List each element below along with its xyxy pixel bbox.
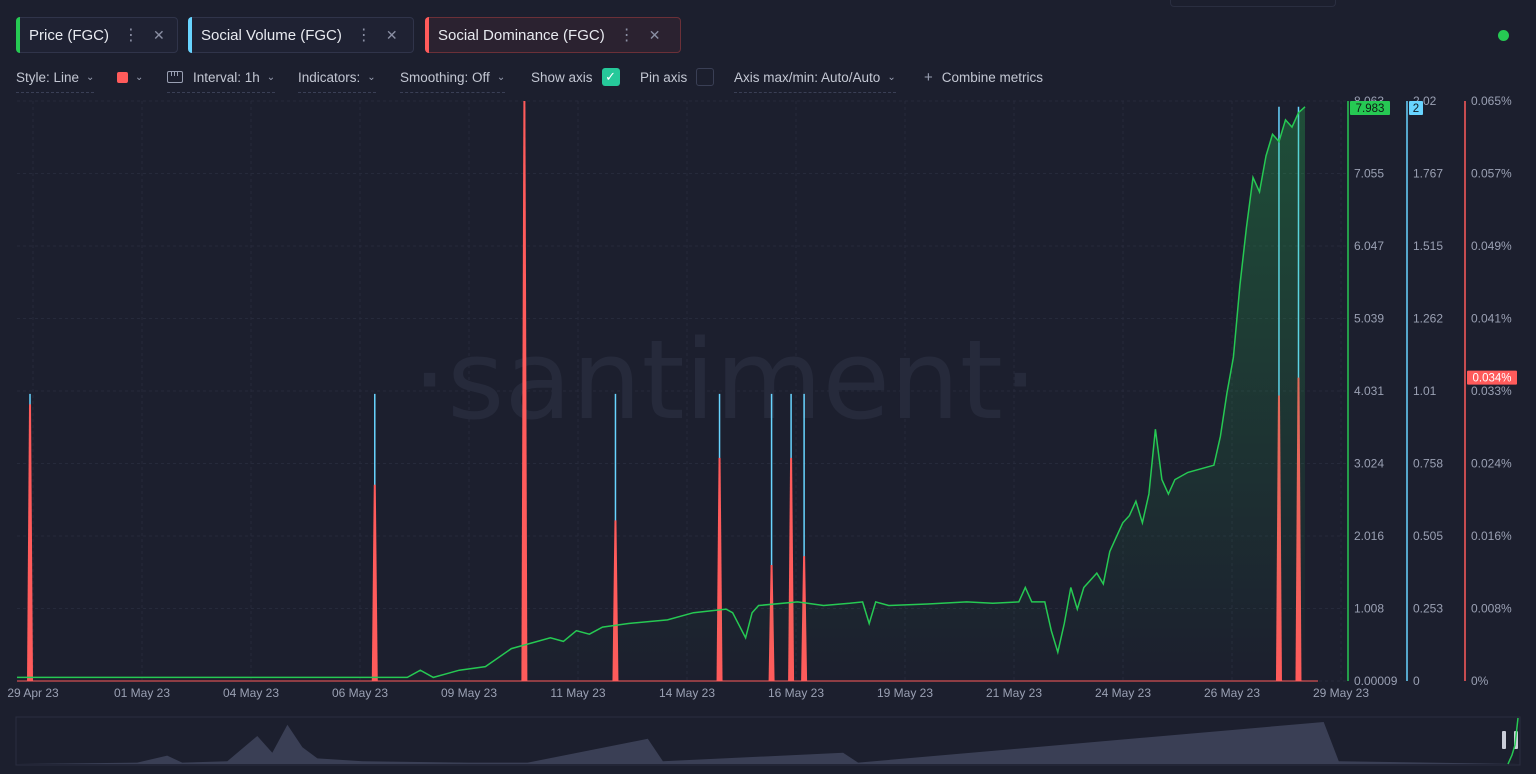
x-tick-label: 29 Apr 23 xyxy=(7,686,59,700)
y-tick-label: 0.253 xyxy=(1413,602,1443,616)
x-tick-label: 24 May 23 xyxy=(1095,686,1151,700)
y-tick-label: 0.049% xyxy=(1471,239,1512,253)
x-tick-label: 16 May 23 xyxy=(768,686,824,700)
y-tick-label: 0.505 xyxy=(1413,529,1443,543)
x-tick-label: 04 May 23 xyxy=(223,686,279,700)
current-value-label: 0.034% xyxy=(1472,373,1511,385)
watermark: ·santiment· xyxy=(412,316,1038,444)
x-tick-label: 09 May 23 xyxy=(441,686,497,700)
y-tick-label: 2.016 xyxy=(1354,529,1384,543)
current-value-label: 7.983 xyxy=(1356,103,1385,115)
y-tick-label: 0.758 xyxy=(1413,457,1443,471)
y-tick-label: 0.016% xyxy=(1471,529,1512,543)
x-tick-label: 19 May 23 xyxy=(877,686,933,700)
chart[interactable]: ·santiment· 8.0637.0556.0475.0394.0313.0… xyxy=(0,0,1536,774)
y-tick-label: 1.515 xyxy=(1413,239,1443,253)
x-tick-label: 06 May 23 xyxy=(332,686,388,700)
x-tick-label: 29 May 23 xyxy=(1313,686,1369,700)
y-tick-label: 0% xyxy=(1471,674,1489,688)
navigator-volume xyxy=(17,722,1519,764)
x-tick-label: 11 May 23 xyxy=(550,686,605,700)
y-tick-label: 0.065% xyxy=(1471,94,1512,108)
y-tick-label: 1.01 xyxy=(1413,384,1437,398)
y-tick-label: 0.041% xyxy=(1471,312,1512,326)
y-tick-label: 4.031 xyxy=(1354,384,1384,398)
current-value-label: 2 xyxy=(1413,103,1419,115)
y-tick-label: 3.024 xyxy=(1354,457,1384,471)
social-dominance-spike xyxy=(371,484,378,681)
y-tick-label: 6.047 xyxy=(1354,239,1384,253)
y-tick-label: 1.008 xyxy=(1354,602,1384,616)
y-tick-label: 7.055 xyxy=(1354,167,1384,181)
y-tick-label: 0.033% xyxy=(1471,384,1512,398)
y-tick-label: 0 xyxy=(1413,674,1420,688)
y-tick-label: 1.767 xyxy=(1413,167,1443,181)
x-tick-label: 14 May 23 xyxy=(659,686,715,700)
y-tick-label: 0.008% xyxy=(1471,602,1512,616)
y-tick-label: 5.039 xyxy=(1354,312,1384,326)
x-tick-label: 01 May 23 xyxy=(114,686,170,700)
y-tick-label: 0.024% xyxy=(1471,457,1512,471)
y-tick-label: 0.057% xyxy=(1471,167,1512,181)
social-dominance-spike xyxy=(27,404,34,681)
x-tick-label: 21 May 23 xyxy=(986,686,1042,700)
x-tick-label: 26 May 23 xyxy=(1204,686,1260,700)
y-tick-label: 1.262 xyxy=(1413,312,1443,326)
navigator-handle-left[interactable] xyxy=(1502,731,1506,749)
